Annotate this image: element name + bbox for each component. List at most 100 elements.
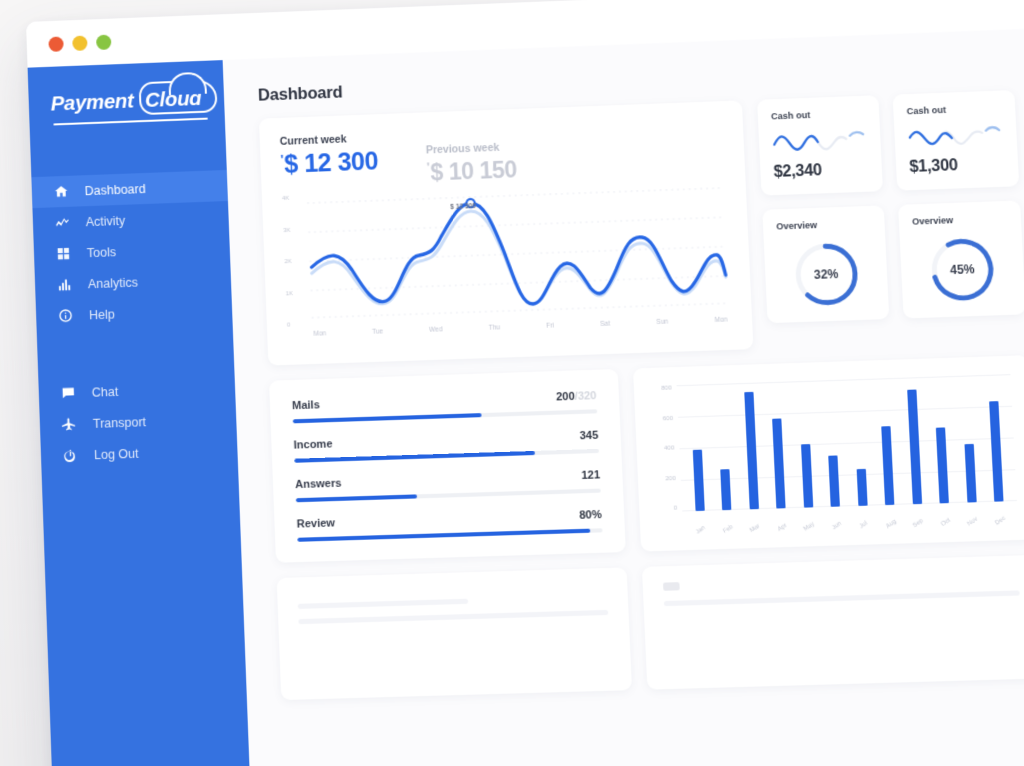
sidebar-item-label: Log Out xyxy=(94,446,139,462)
analytics-icon xyxy=(57,277,72,293)
progress-label: Income xyxy=(293,438,332,451)
previous-week-value: '$ 10 150 xyxy=(426,156,517,186)
progress-value: 345 xyxy=(579,430,598,443)
bar-chart-x-axis: Jan Feb Mar Apr May Jun Jul Aug Sep Oct xyxy=(683,517,1018,534)
bar-column[interactable] xyxy=(979,374,1013,502)
progress-track xyxy=(297,528,602,542)
bottom-card-right[interactable] xyxy=(642,555,1024,690)
placeholder-line xyxy=(664,590,1020,606)
progress-label: Mails xyxy=(292,399,320,412)
progress-item[interactable]: Mails 200/320 xyxy=(292,390,597,423)
sidebar-item-logout[interactable]: Log Out xyxy=(40,434,238,472)
activity-icon xyxy=(55,215,70,231)
week-summary: Current week '$ 12 300 Previous week '$ … xyxy=(280,119,725,192)
stats-column: Cash out $2,340 Cash out $1,300 Overview… xyxy=(757,90,1024,349)
progress-item[interactable]: Answers 121 xyxy=(295,469,601,502)
overview-title: Overview xyxy=(776,218,871,232)
chat-icon xyxy=(61,385,77,401)
x-tick: Sep xyxy=(905,513,931,533)
bar-chart-plot: Jan Feb Mar Apr May Jun Jul Aug Sep Oct xyxy=(677,374,1019,540)
sidebar-item-label: Tools xyxy=(87,245,117,260)
sidebar-item-label: Help xyxy=(89,307,115,322)
x-tick: Wed xyxy=(429,326,443,334)
y-tick: 400 xyxy=(664,445,674,451)
placeholder-line xyxy=(298,610,608,624)
sidebar-item-label: Activity xyxy=(85,213,125,228)
x-tick: Sat xyxy=(600,321,610,328)
x-tick: Jul xyxy=(851,515,877,535)
brand-name-part2: Cloud xyxy=(145,87,202,112)
bottom-row xyxy=(277,555,1024,700)
bottom-card-left[interactable] xyxy=(277,567,632,700)
placeholder-line xyxy=(298,599,468,609)
y-tick: 4K xyxy=(282,196,290,202)
overview-title: Overview xyxy=(912,213,1008,227)
cash-cards-row: Cash out $2,340 Cash out $1,300 xyxy=(757,90,1019,196)
sidebar: Payment Cloud Dashboard Activity Tools A… xyxy=(28,60,252,766)
sidebar-item-label: Chat xyxy=(92,384,119,399)
y-tick: 0 xyxy=(673,506,677,512)
sidebar-item-label: Dashboard xyxy=(84,181,145,197)
overview-gauge: 32% xyxy=(777,233,876,315)
brand-name-part1: Payment xyxy=(50,89,134,115)
zoom-button[interactable] xyxy=(96,34,111,49)
progress-item[interactable]: Income 345 xyxy=(293,430,599,463)
sidebar-item-label: Transport xyxy=(93,415,147,431)
progress-label: Review xyxy=(297,517,336,530)
cash-out-card[interactable]: Cash out $1,300 xyxy=(893,90,1020,191)
progress-track xyxy=(293,409,598,423)
overview-value: 45% xyxy=(950,262,975,277)
window-stage: Payment Cloud Dashboard Activity Tools A… xyxy=(0,0,1024,766)
overview-card[interactable]: Overview 32% xyxy=(762,205,889,323)
x-tick: Dec xyxy=(987,511,1013,531)
help-icon xyxy=(58,308,73,324)
overview-value: 32% xyxy=(814,267,839,282)
x-tick: Nov xyxy=(960,512,986,532)
plane-icon xyxy=(62,416,78,432)
x-tick: Sun xyxy=(656,319,668,326)
sidebar-item-label: Analytics xyxy=(88,275,138,291)
progress-value: 200/320 xyxy=(556,390,597,404)
previous-week-block: Previous week '$ 10 150 xyxy=(425,127,517,187)
minimize-button[interactable] xyxy=(72,35,87,50)
cash-out-sparkline xyxy=(907,118,1004,152)
middle-row: Mails 200/320 Income 345 Answers 121 Rev… xyxy=(269,355,1024,563)
x-tick: Fri xyxy=(546,322,554,329)
weekly-line-chart: 4K 3K 2K 1K 0 $ 12 300 Mon Tue Wed Thu F… xyxy=(282,180,733,357)
x-tick: Oct xyxy=(933,513,959,533)
x-tick: May xyxy=(796,517,822,537)
current-week-block: Current week '$ 12 300 xyxy=(280,132,379,180)
cash-out-sparkline xyxy=(772,123,868,157)
x-tick: Mon xyxy=(313,330,326,337)
current-week-currency: $ xyxy=(284,150,299,179)
progress-value: 121 xyxy=(581,469,600,482)
x-tick: Tue xyxy=(372,328,383,335)
current-week-label: Current week xyxy=(280,132,378,148)
cash-out-card[interactable]: Cash out $2,340 xyxy=(757,95,883,195)
progress-number: 200 xyxy=(556,391,575,404)
close-button[interactable] xyxy=(48,36,63,51)
previous-week-label: Previous week xyxy=(426,141,516,156)
progress-fill xyxy=(297,529,590,542)
brand-logo[interactable]: Payment Cloud xyxy=(28,82,226,163)
x-tick: Feb xyxy=(715,519,741,539)
top-row: Current week '$ 12 300 Previous week '$ … xyxy=(259,90,1024,366)
progress-fill xyxy=(296,494,418,502)
x-tick: Aug xyxy=(878,514,904,534)
logo-underline xyxy=(53,117,208,125)
bar-chart-bars xyxy=(677,374,1017,511)
overview-card[interactable]: Overview 45% xyxy=(898,200,1024,318)
progress-fill xyxy=(294,451,535,463)
x-tick: Jan xyxy=(688,520,714,540)
progress-suffix: /320 xyxy=(574,390,596,403)
y-tick: 0 xyxy=(287,322,295,328)
cash-out-value: $1,300 xyxy=(909,155,1005,177)
x-tick: Jun xyxy=(824,516,850,536)
revenue-chart-card: Current week '$ 12 300 Previous week '$ … xyxy=(259,100,754,365)
current-week-value: '$ 12 300 xyxy=(280,147,378,180)
sidebar-nav: Dashboard Activity Tools Analytics Help … xyxy=(31,170,238,472)
progress-item[interactable]: Review 80% xyxy=(297,509,603,542)
cash-out-title: Cash out xyxy=(771,108,866,122)
monthly-bar-card: 800 600 400 200 0 Jan Feb Mar Apr May Ju… xyxy=(633,355,1024,551)
cash-out-value: $2,340 xyxy=(773,160,869,182)
